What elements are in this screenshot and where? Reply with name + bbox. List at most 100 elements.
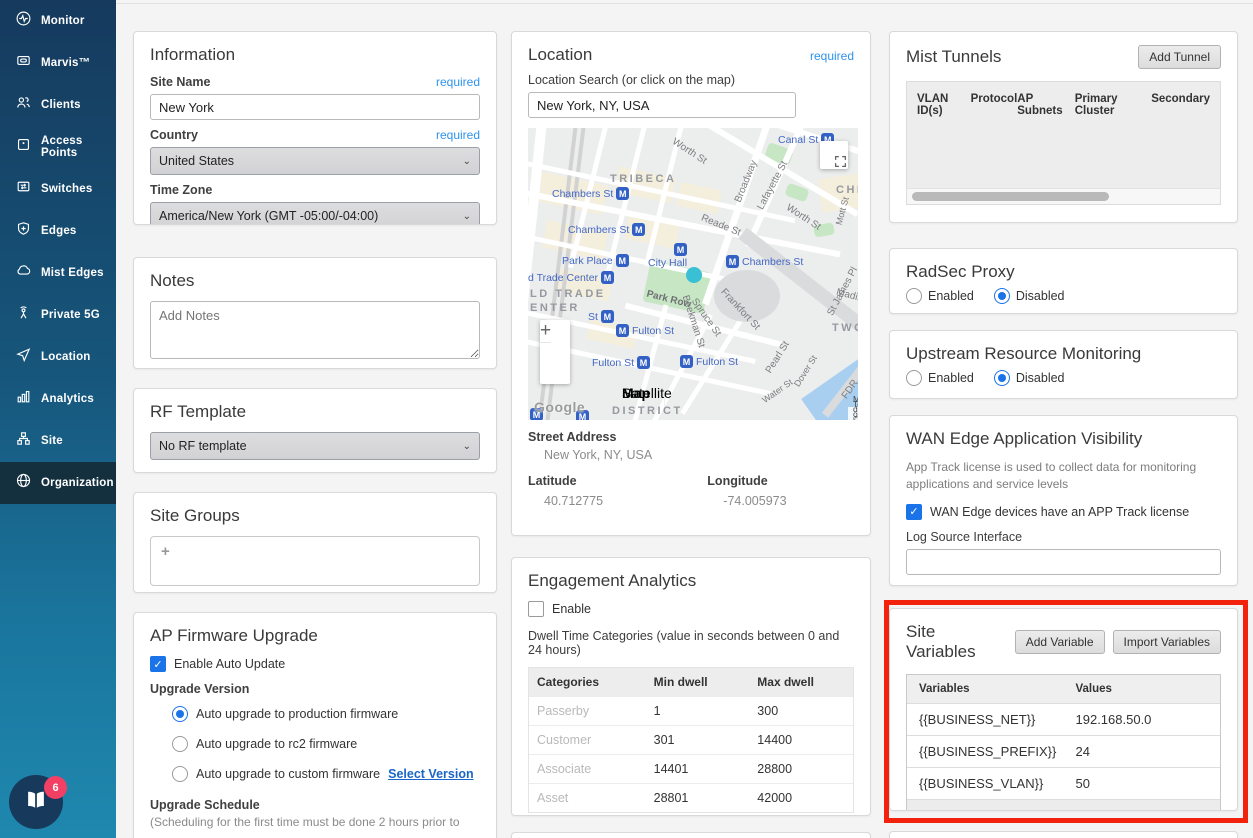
sidebar-item-label: Analytics [41, 393, 94, 405]
satellite-button[interactable]: Satellite [608, 379, 686, 407]
sidebar-item-clients[interactable]: Clients [0, 84, 116, 126]
log-source-label: Log Source Interface [906, 530, 1221, 544]
monitor-icon [15, 10, 32, 32]
card-title: RF Template [150, 402, 480, 422]
sidebar-item-label: Location [41, 351, 91, 363]
map-transit-label: d Trade Center M [528, 271, 614, 284]
map-transit-label: M Chambers St [726, 255, 803, 268]
sidebar-item-analytics[interactable]: Analytics [0, 378, 116, 420]
add-tunnel-button[interactable]: Add Tunnel [1138, 45, 1221, 69]
required-flag: required [436, 75, 480, 89]
sidebar-item-private-5g[interactable]: Private 5G [0, 294, 116, 336]
longitude-value: -74.005973 [723, 494, 854, 508]
subway-m-icon: M [616, 324, 629, 337]
table-row[interactable]: {{BUSINESS_PREFIX}} 24 [907, 735, 1220, 767]
table-header-row: Categories Min dwell Max dwell [529, 668, 853, 696]
subway-m-icon: M [616, 187, 629, 200]
enable-auto-update-checkbox[interactable] [150, 656, 166, 672]
upgrade-schedule-note: (Scheduling for the first time must be d… [150, 815, 480, 829]
organization-icon [15, 472, 32, 494]
clients-icon [15, 94, 32, 116]
table-header-row: Variables Values [907, 675, 1220, 703]
map-label: City Hall [648, 257, 687, 269]
terms-of-use-link[interactable]: Terms of Use [853, 399, 858, 421]
chevron-down-icon: ⌄ [463, 156, 471, 167]
radsec-enabled-radio[interactable] [906, 288, 922, 304]
notification-badge[interactable]: 6 [44, 776, 67, 799]
radsec-proxy-card: RadSec Proxy Enabled Disabled [889, 248, 1238, 314]
sidebar-item-label: Site [41, 435, 63, 447]
map-transit-label: Fulton St M [592, 356, 650, 369]
sidebar-item-monitor[interactable]: Monitor [0, 0, 116, 42]
add-variable-button[interactable]: Add Variable [1015, 630, 1105, 654]
sidebar-item-mist-edges[interactable]: Mist Edges [0, 252, 116, 294]
rf-template-card: RF Template No RF template⌄ [133, 388, 497, 473]
log-source-input[interactable] [906, 549, 1221, 575]
notes-textarea[interactable] [150, 301, 480, 359]
sidebar-item-edges[interactable]: Edges [0, 210, 116, 252]
site-groups-box[interactable]: + [150, 536, 480, 586]
select-version-link[interactable]: Select Version [388, 767, 473, 781]
timezone-label: Time Zone [150, 183, 212, 197]
custom-firmware-radio[interactable] [172, 766, 188, 782]
timezone-select[interactable]: America/New York (GMT -05:00/-04:00)⌄ [150, 202, 480, 225]
location-icon [15, 346, 32, 368]
card-title: Notes [150, 271, 480, 291]
map-attribution: Map data ©2023 Google Terms of Use [848, 407, 858, 420]
sidebar-item-switches[interactable]: Switches [0, 168, 116, 210]
rc2-firmware-radio[interactable] [172, 736, 188, 752]
enable-auto-update-label: Enable Auto Update [174, 657, 285, 671]
card-title: WAN Edge Application Visibility [906, 429, 1221, 449]
zoom-out-button[interactable]: − [540, 320, 551, 342]
private-5g-icon [15, 304, 32, 326]
subway-m-icon: M [637, 356, 650, 369]
sidebar-item-label: Marvis™ [41, 57, 90, 69]
app-track-description: App Track license is used to collect dat… [906, 459, 1221, 494]
table-footer [907, 799, 1220, 811]
map[interactable]: TRIBECA CHI LD TRADE ENTER TWO DISTRICT … [528, 128, 858, 420]
card-title: Site Variables [906, 622, 1007, 662]
card-title: Engagement Analytics [528, 571, 854, 591]
sidebar-item-access-points[interactable]: Access Points [0, 126, 116, 168]
sidebar-item-marvis[interactable]: Marvis™ [0, 42, 116, 84]
radsec-disabled-radio[interactable] [994, 288, 1010, 304]
engagement-enable-label: Enable [552, 602, 591, 616]
card-title: Upstream Resource Monitoring [906, 344, 1221, 364]
longitude-label: Longitude [707, 474, 854, 488]
production-firmware-radio[interactable] [172, 706, 188, 722]
rf-template-select[interactable]: No RF template⌄ [150, 432, 480, 460]
upstream-disabled-radio[interactable] [994, 370, 1010, 386]
sidebar-item-label: Organization [41, 477, 114, 489]
upstream-enabled-radio[interactable] [906, 370, 922, 386]
country-select[interactable]: United States⌄ [150, 147, 480, 175]
subway-m-icon: M [601, 271, 614, 284]
sidebar-item-label: Access Points [41, 135, 116, 159]
sidebar-item-location[interactable]: Location [0, 336, 116, 378]
location-search-label: Location Search (or click on the map) [528, 73, 854, 87]
table-row: Customer 301 14400 [529, 725, 853, 754]
engagement-enable-checkbox[interactable] [528, 601, 544, 617]
latitude-label: Latitude [528, 474, 707, 488]
google-logo[interactable]: Google [534, 399, 585, 415]
app-track-license-checkbox[interactable] [906, 504, 922, 520]
location-search-input[interactable] [528, 92, 796, 118]
edges-icon [15, 220, 32, 242]
chevron-down-icon: ⌄ [463, 211, 471, 222]
sidebar-item-site[interactable]: Site [0, 420, 116, 462]
import-variables-button[interactable]: Import Variables [1113, 630, 1221, 654]
card-title: Site Groups [150, 506, 480, 526]
add-site-group-icon[interactable]: + [161, 543, 170, 560]
table-row[interactable]: {{BUSINESS_NET}} 192.168.50.0 [907, 703, 1220, 735]
sidebar-item-organization[interactable]: Organization [0, 462, 116, 504]
map-transit-label: Chambers St M [552, 187, 629, 200]
card-title: Information [150, 45, 480, 65]
site-name-input[interactable] [150, 94, 480, 120]
sidebar-item-label: Edges [41, 225, 77, 237]
map-transit-label: Park Place M [562, 254, 629, 267]
table-row: Associate 14401 28800 [529, 754, 853, 783]
scrollbar-thumb[interactable] [912, 192, 1109, 201]
subway-m-icon: M [601, 310, 614, 323]
street-address-value: New York, NY, USA [544, 448, 854, 462]
table-row[interactable]: {{BUSINESS_VLAN}} 50 [907, 767, 1220, 799]
map-fullscreen-button[interactable] [820, 141, 848, 169]
